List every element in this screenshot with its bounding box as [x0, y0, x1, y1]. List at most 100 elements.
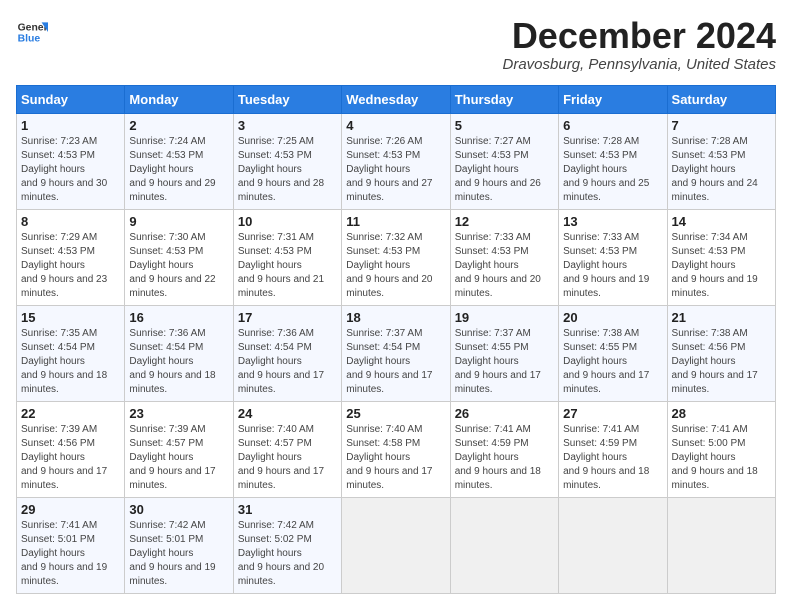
day-info: Sunrise: 7:41 AMSunset: 5:00 PMDaylight …	[672, 424, 758, 491]
svg-text:Blue: Blue	[18, 34, 41, 45]
day-cell: 28 Sunrise: 7:41 AMSunset: 5:00 PMDaylig…	[667, 401, 775, 497]
day-cell: 19 Sunrise: 7:37 AMSunset: 4:55 PMDaylig…	[450, 305, 558, 401]
day-info: Sunrise: 7:27 AMSunset: 4:53 PMDaylight …	[455, 136, 541, 203]
day-info: Sunrise: 7:23 AMSunset: 4:53 PMDaylight …	[21, 136, 107, 203]
day-cell	[667, 497, 775, 593]
day-info: Sunrise: 7:33 AMSunset: 4:53 PMDaylight …	[563, 232, 649, 299]
day-info: Sunrise: 7:30 AMSunset: 4:53 PMDaylight …	[129, 232, 215, 299]
day-info: Sunrise: 7:37 AMSunset: 4:54 PMDaylight …	[346, 328, 432, 395]
header: General Blue December 2024 Dravosburg, P…	[16, 16, 776, 73]
logo: General Blue	[16, 16, 48, 48]
day-cell: 8 Sunrise: 7:29 AMSunset: 4:53 PMDayligh…	[17, 209, 125, 305]
day-info: Sunrise: 7:26 AMSunset: 4:53 PMDaylight …	[346, 136, 432, 203]
day-info: Sunrise: 7:24 AMSunset: 4:53 PMDaylight …	[129, 136, 215, 203]
day-cell: 25 Sunrise: 7:40 AMSunset: 4:58 PMDaylig…	[342, 401, 450, 497]
day-cell: 6 Sunrise: 7:28 AMSunset: 4:53 PMDayligh…	[559, 113, 667, 209]
day-cell: 2 Sunrise: 7:24 AMSunset: 4:53 PMDayligh…	[125, 113, 233, 209]
day-number: 9	[129, 214, 228, 229]
day-info: Sunrise: 7:31 AMSunset: 4:53 PMDaylight …	[238, 232, 324, 299]
day-cell: 17 Sunrise: 7:36 AMSunset: 4:54 PMDaylig…	[233, 305, 341, 401]
day-info: Sunrise: 7:28 AMSunset: 4:53 PMDaylight …	[672, 136, 758, 203]
day-number: 17	[238, 310, 337, 325]
day-number: 7	[672, 118, 771, 133]
day-cell: 16 Sunrise: 7:36 AMSunset: 4:54 PMDaylig…	[125, 305, 233, 401]
month-title: December 2024	[503, 16, 776, 56]
day-info: Sunrise: 7:37 AMSunset: 4:55 PMDaylight …	[455, 328, 541, 395]
day-cell: 26 Sunrise: 7:41 AMSunset: 4:59 PMDaylig…	[450, 401, 558, 497]
day-cell	[559, 497, 667, 593]
day-info: Sunrise: 7:40 AMSunset: 4:57 PMDaylight …	[238, 424, 324, 491]
day-info: Sunrise: 7:29 AMSunset: 4:53 PMDaylight …	[21, 232, 107, 299]
col-header-tuesday: Tuesday	[233, 85, 341, 113]
week-row-5: 29 Sunrise: 7:41 AMSunset: 5:01 PMDaylig…	[17, 497, 776, 593]
day-cell: 1 Sunrise: 7:23 AMSunset: 4:53 PMDayligh…	[17, 113, 125, 209]
day-number: 28	[672, 406, 771, 421]
day-cell: 3 Sunrise: 7:25 AMSunset: 4:53 PMDayligh…	[233, 113, 341, 209]
day-cell: 23 Sunrise: 7:39 AMSunset: 4:57 PMDaylig…	[125, 401, 233, 497]
day-number: 23	[129, 406, 228, 421]
day-cell	[450, 497, 558, 593]
day-info: Sunrise: 7:42 AMSunset: 5:02 PMDaylight …	[238, 520, 324, 587]
col-header-monday: Monday	[125, 85, 233, 113]
day-cell: 5 Sunrise: 7:27 AMSunset: 4:53 PMDayligh…	[450, 113, 558, 209]
logo-icon: General Blue	[16, 16, 48, 48]
day-number: 21	[672, 310, 771, 325]
day-cell	[342, 497, 450, 593]
day-number: 11	[346, 214, 445, 229]
day-info: Sunrise: 7:42 AMSunset: 5:01 PMDaylight …	[129, 520, 215, 587]
day-number: 24	[238, 406, 337, 421]
day-number: 1	[21, 118, 120, 133]
day-cell: 30 Sunrise: 7:42 AMSunset: 5:01 PMDaylig…	[125, 497, 233, 593]
day-cell: 4 Sunrise: 7:26 AMSunset: 4:53 PMDayligh…	[342, 113, 450, 209]
calendar-table: SundayMondayTuesdayWednesdayThursdayFrid…	[16, 85, 776, 594]
day-number: 13	[563, 214, 662, 229]
day-cell: 22 Sunrise: 7:39 AMSunset: 4:56 PMDaylig…	[17, 401, 125, 497]
day-number: 10	[238, 214, 337, 229]
header-row: SundayMondayTuesdayWednesdayThursdayFrid…	[17, 85, 776, 113]
week-row-4: 22 Sunrise: 7:39 AMSunset: 4:56 PMDaylig…	[17, 401, 776, 497]
day-info: Sunrise: 7:28 AMSunset: 4:53 PMDaylight …	[563, 136, 649, 203]
day-number: 6	[563, 118, 662, 133]
week-row-1: 1 Sunrise: 7:23 AMSunset: 4:53 PMDayligh…	[17, 113, 776, 209]
day-cell: 29 Sunrise: 7:41 AMSunset: 5:01 PMDaylig…	[17, 497, 125, 593]
location: Dravosburg, Pennsylvania, United States	[503, 56, 776, 73]
day-number: 12	[455, 214, 554, 229]
col-header-thursday: Thursday	[450, 85, 558, 113]
week-row-2: 8 Sunrise: 7:29 AMSunset: 4:53 PMDayligh…	[17, 209, 776, 305]
day-info: Sunrise: 7:41 AMSunset: 5:01 PMDaylight …	[21, 520, 107, 587]
day-info: Sunrise: 7:25 AMSunset: 4:53 PMDaylight …	[238, 136, 324, 203]
day-cell: 9 Sunrise: 7:30 AMSunset: 4:53 PMDayligh…	[125, 209, 233, 305]
day-number: 20	[563, 310, 662, 325]
day-number: 22	[21, 406, 120, 421]
day-number: 19	[455, 310, 554, 325]
day-cell: 31 Sunrise: 7:42 AMSunset: 5:02 PMDaylig…	[233, 497, 341, 593]
day-number: 25	[346, 406, 445, 421]
day-info: Sunrise: 7:38 AMSunset: 4:56 PMDaylight …	[672, 328, 758, 395]
day-number: 30	[129, 502, 228, 517]
day-number: 16	[129, 310, 228, 325]
day-info: Sunrise: 7:35 AMSunset: 4:54 PMDaylight …	[21, 328, 107, 395]
title-area: December 2024 Dravosburg, Pennsylvania, …	[503, 16, 776, 73]
day-number: 5	[455, 118, 554, 133]
week-row-3: 15 Sunrise: 7:35 AMSunset: 4:54 PMDaylig…	[17, 305, 776, 401]
day-cell: 20 Sunrise: 7:38 AMSunset: 4:55 PMDaylig…	[559, 305, 667, 401]
col-header-sunday: Sunday	[17, 85, 125, 113]
col-header-friday: Friday	[559, 85, 667, 113]
day-cell: 21 Sunrise: 7:38 AMSunset: 4:56 PMDaylig…	[667, 305, 775, 401]
day-number: 18	[346, 310, 445, 325]
day-cell: 11 Sunrise: 7:32 AMSunset: 4:53 PMDaylig…	[342, 209, 450, 305]
day-number: 14	[672, 214, 771, 229]
day-number: 27	[563, 406, 662, 421]
day-cell: 15 Sunrise: 7:35 AMSunset: 4:54 PMDaylig…	[17, 305, 125, 401]
day-info: Sunrise: 7:38 AMSunset: 4:55 PMDaylight …	[563, 328, 649, 395]
day-info: Sunrise: 7:41 AMSunset: 4:59 PMDaylight …	[563, 424, 649, 491]
day-cell: 7 Sunrise: 7:28 AMSunset: 4:53 PMDayligh…	[667, 113, 775, 209]
day-info: Sunrise: 7:33 AMSunset: 4:53 PMDaylight …	[455, 232, 541, 299]
day-cell: 10 Sunrise: 7:31 AMSunset: 4:53 PMDaylig…	[233, 209, 341, 305]
day-number: 26	[455, 406, 554, 421]
day-cell: 13 Sunrise: 7:33 AMSunset: 4:53 PMDaylig…	[559, 209, 667, 305]
day-number: 3	[238, 118, 337, 133]
day-cell: 12 Sunrise: 7:33 AMSunset: 4:53 PMDaylig…	[450, 209, 558, 305]
day-number: 29	[21, 502, 120, 517]
day-number: 8	[21, 214, 120, 229]
